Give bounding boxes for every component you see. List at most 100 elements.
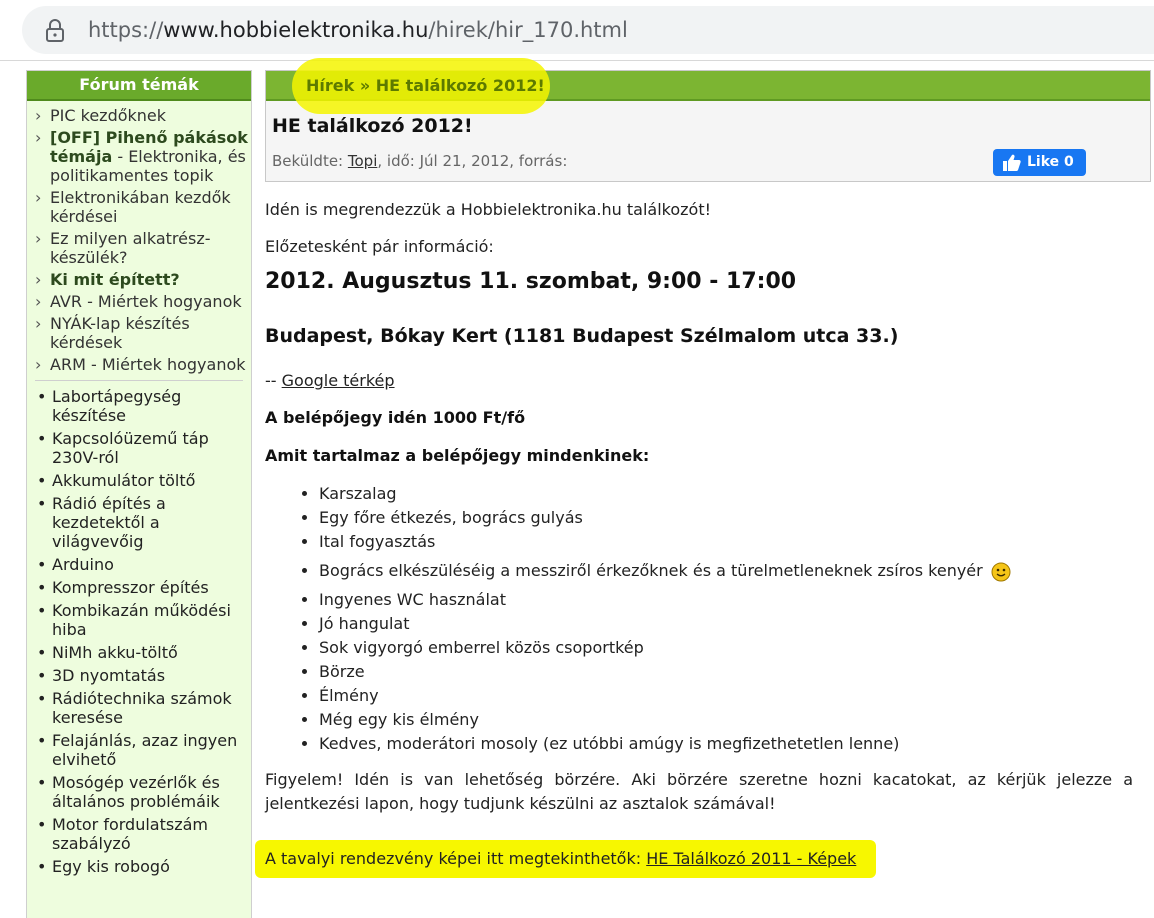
facebook-like-button[interactable]: Like 0 (993, 149, 1086, 176)
url-path: /hirek/hir_170.html (428, 18, 628, 42)
sidebar-forum-item[interactable]: • 3D nyomtatás (35, 666, 251, 685)
bullet-icon: • (37, 689, 47, 708)
sidebar-topic-label: Ez milyen alkatrész-készülék? (50, 229, 211, 267)
includes-item-text: Egy főre étkezés, bogrács gulyás (319, 508, 583, 527)
chevron-right-icon: › (35, 188, 42, 207)
sidebar-topic-item[interactable]: › ARM - Miértek hogyanok (35, 355, 251, 374)
sidebar-forum-label: Kompresszor építés (52, 578, 209, 597)
includes-item: Kedves, moderátori mosoly (ez utóbbi amú… (319, 732, 1011, 756)
sidebar-topic-item[interactable]: › Ki mit épített? (35, 270, 251, 289)
sidebar-forum-item[interactable]: • Labortápegység készítése (35, 387, 251, 425)
breadcrumb-section[interactable]: Hírek (306, 76, 354, 95)
sidebar-topic-label: AVR - Miértek hogyanok (50, 292, 242, 311)
sidebar-forum-label: Felajánlás, azaz ingyen elvihető (52, 731, 238, 769)
sidebar-topic-item[interactable]: › Elektronikában kezdők kérdései (35, 188, 251, 226)
sidebar-forum-label: 3D nyomtatás (52, 666, 166, 685)
lock-icon[interactable] (44, 19, 66, 43)
includes-item: Jó hangulat (319, 612, 1011, 636)
main-content: Hírek » HE találkozó 2012! HE találkozó … (255, 58, 1151, 878)
sidebar-topic-label: Elektronikában kezdők kérdései (50, 188, 231, 226)
sidebar-forum-item[interactable]: • Kombikazán működési hiba (35, 601, 251, 639)
sidebar-topic-label: PIC kezdőknek (50, 106, 167, 125)
sidebar-topic-label: NYÁK-lap készítés kérdések (50, 314, 190, 352)
chevron-right-icon: › (35, 128, 42, 147)
google-map-link[interactable]: Google térkép (282, 371, 395, 390)
sidebar-forum-label: Egy kis robogó (52, 857, 170, 876)
sidebar-topic-item[interactable]: › Ez milyen alkatrész-készülék? (35, 229, 251, 267)
sidebar-forum-item[interactable]: • Felajánlás, azaz ingyen elvihető (35, 731, 251, 769)
intro-paragraph: Idén is megrendezzük a Hobbielektronika.… (265, 200, 712, 219)
sidebar-forum-label: Akkumulátor töltő (52, 471, 196, 490)
meta-prefix: Beküldte: (272, 152, 348, 170)
event-venue: Budapest, Bókay Kert (1181 Budapest Szél… (265, 325, 899, 347)
sidebar: Fórum témák › PIC kezdőknek › [OFF] Pihenő … (26, 70, 252, 918)
sidebar-forum-label: Kombikazán működési hiba (52, 601, 231, 639)
sidebar-forum-item[interactable]: • Rádió építés a kezdetektől a világvevői… (35, 494, 251, 551)
breadcrumb-current: HE találkozó 2012! (375, 76, 545, 95)
includes-item-text: Kedves, moderátori mosoly (ez utóbbi amú… (319, 734, 900, 753)
url-host: www.hobbielektronika.hu (163, 18, 429, 42)
browser-address-bar: https://www.hobbielektronika.hu/hirek/hi… (0, 0, 1154, 61)
includes-item-text: Börze (319, 662, 365, 681)
sidebar-forum-label: Arduino (52, 555, 114, 574)
bullet-icon: • (37, 643, 47, 662)
bullet-icon: • (37, 429, 47, 448)
bullet-icon: • (37, 773, 47, 792)
sidebar-topic-item[interactable]: › AVR - Miértek hogyanok (35, 292, 251, 311)
sidebar-topic-item[interactable]: › PIC kezdőknek (35, 106, 251, 125)
includes-item-text: Bogrács elkészüléséig a messziről érkező… (319, 561, 983, 580)
sidebar-forum-item[interactable]: • NiMh akku-töltő (35, 643, 251, 662)
previous-event-note: A tavalyi rendezvény képei itt megtekint… (255, 840, 877, 878)
previous-photos-link[interactable]: HE Találkozó 2011 - Képek (646, 849, 856, 868)
chevron-right-icon: › (35, 314, 42, 333)
includes-item: Ital fogyasztás (319, 530, 1011, 554)
url-text[interactable]: https://www.hobbielektronika.hu/hirek/hi… (88, 18, 628, 42)
breadcrumb: Hírek » HE találkozó 2012! (266, 58, 1150, 114)
like-label: Like (1027, 154, 1060, 170)
sidebar-forum-item[interactable]: • Kapcsolóüzemű táp 230V-ról (35, 429, 251, 467)
sidebar-forum-label: Rádió építés a kezdetektől a világvevőig (52, 494, 166, 551)
chevron-right-icon: › (35, 106, 42, 125)
includes-item: Sok vigyorgó emberrel közös csoportkép (319, 636, 1011, 660)
url-scheme: https:// (88, 18, 164, 42)
includes-item-text: Ital fogyasztás (319, 532, 436, 551)
sidebar-topic-item[interactable]: › [OFF] Pihenő pákások témája - Elektroni… (35, 128, 251, 185)
warning-paragraph: Figyelem! Idén is van lehetőség börzére.… (265, 770, 1133, 813)
includes-item-text: Karszalag (319, 484, 397, 503)
divider (35, 380, 243, 381)
includes-item: Börze (319, 660, 1011, 684)
smiley-icon (991, 562, 1011, 581)
sidebar-forum-item[interactable]: • Rádiótechnika számok keresése (35, 689, 251, 727)
sidebar-forum-item[interactable]: • Akkumulátor töltő (35, 471, 251, 490)
includes-title: Amit tartalmaz a belépőjegy mindenkinek: (265, 446, 650, 465)
bullet-icon: • (37, 494, 47, 513)
thumbs-up-icon (1003, 154, 1021, 171)
includes-item: Karszalag (319, 482, 1011, 506)
author-link[interactable]: Topi (348, 152, 377, 170)
meta-suffix: , idő: Júl 21, 2012, forrás: (377, 152, 568, 170)
info-paragraph: Előzetesként pár információ: (265, 237, 494, 256)
sidebar-forum-item[interactable]: • Kompresszor építés (35, 578, 251, 597)
includes-item: Ingyenes WC használat (319, 588, 1011, 612)
bullet-icon: • (37, 578, 47, 597)
sidebar-forum-item[interactable]: • Egy kis robogó (35, 857, 251, 876)
sidebar-forum-label: Rádiótechnika számok keresése (52, 689, 232, 727)
bullet-icon: • (37, 666, 47, 685)
sidebar-forum-item[interactable]: • Motor fordulatszám szabályzó (35, 815, 251, 853)
chevron-right-icon: › (35, 229, 42, 248)
bullet-icon: • (37, 555, 47, 574)
includes-item: Élmény (319, 684, 1011, 708)
sidebar-topic-item[interactable]: › NYÁK-lap készítés kérdések (35, 314, 251, 352)
bullet-icon: • (37, 815, 47, 834)
includes-item: Bogrács elkészüléséig a messziről érkező… (319, 554, 1011, 588)
includes-item-text: Ingyenes WC használat (319, 590, 506, 609)
includes-item: Még egy kis élmény (319, 708, 1011, 732)
sidebar-forum-item[interactable]: • Mosógép vezérlők és általános problémái… (35, 773, 251, 811)
sidebar-forum-item[interactable]: • Arduino (35, 555, 251, 574)
sidebar-forum-label: Mosógép vezérlők és általános problémáik (52, 773, 220, 811)
includes-item-text: Jó hangulat (319, 614, 410, 633)
topic-list-primary: › PIC kezdőknek › [OFF] Pihenő pákások témá… (27, 101, 251, 374)
page: Fórum témák › PIC kezdőknek › [OFF] Pihenő … (18, 58, 1154, 918)
sidebar-forum-label: Labortápegység készítése (52, 387, 182, 425)
includes-item-text: Sok vigyorgó emberrel közös csoportkép (319, 638, 644, 657)
